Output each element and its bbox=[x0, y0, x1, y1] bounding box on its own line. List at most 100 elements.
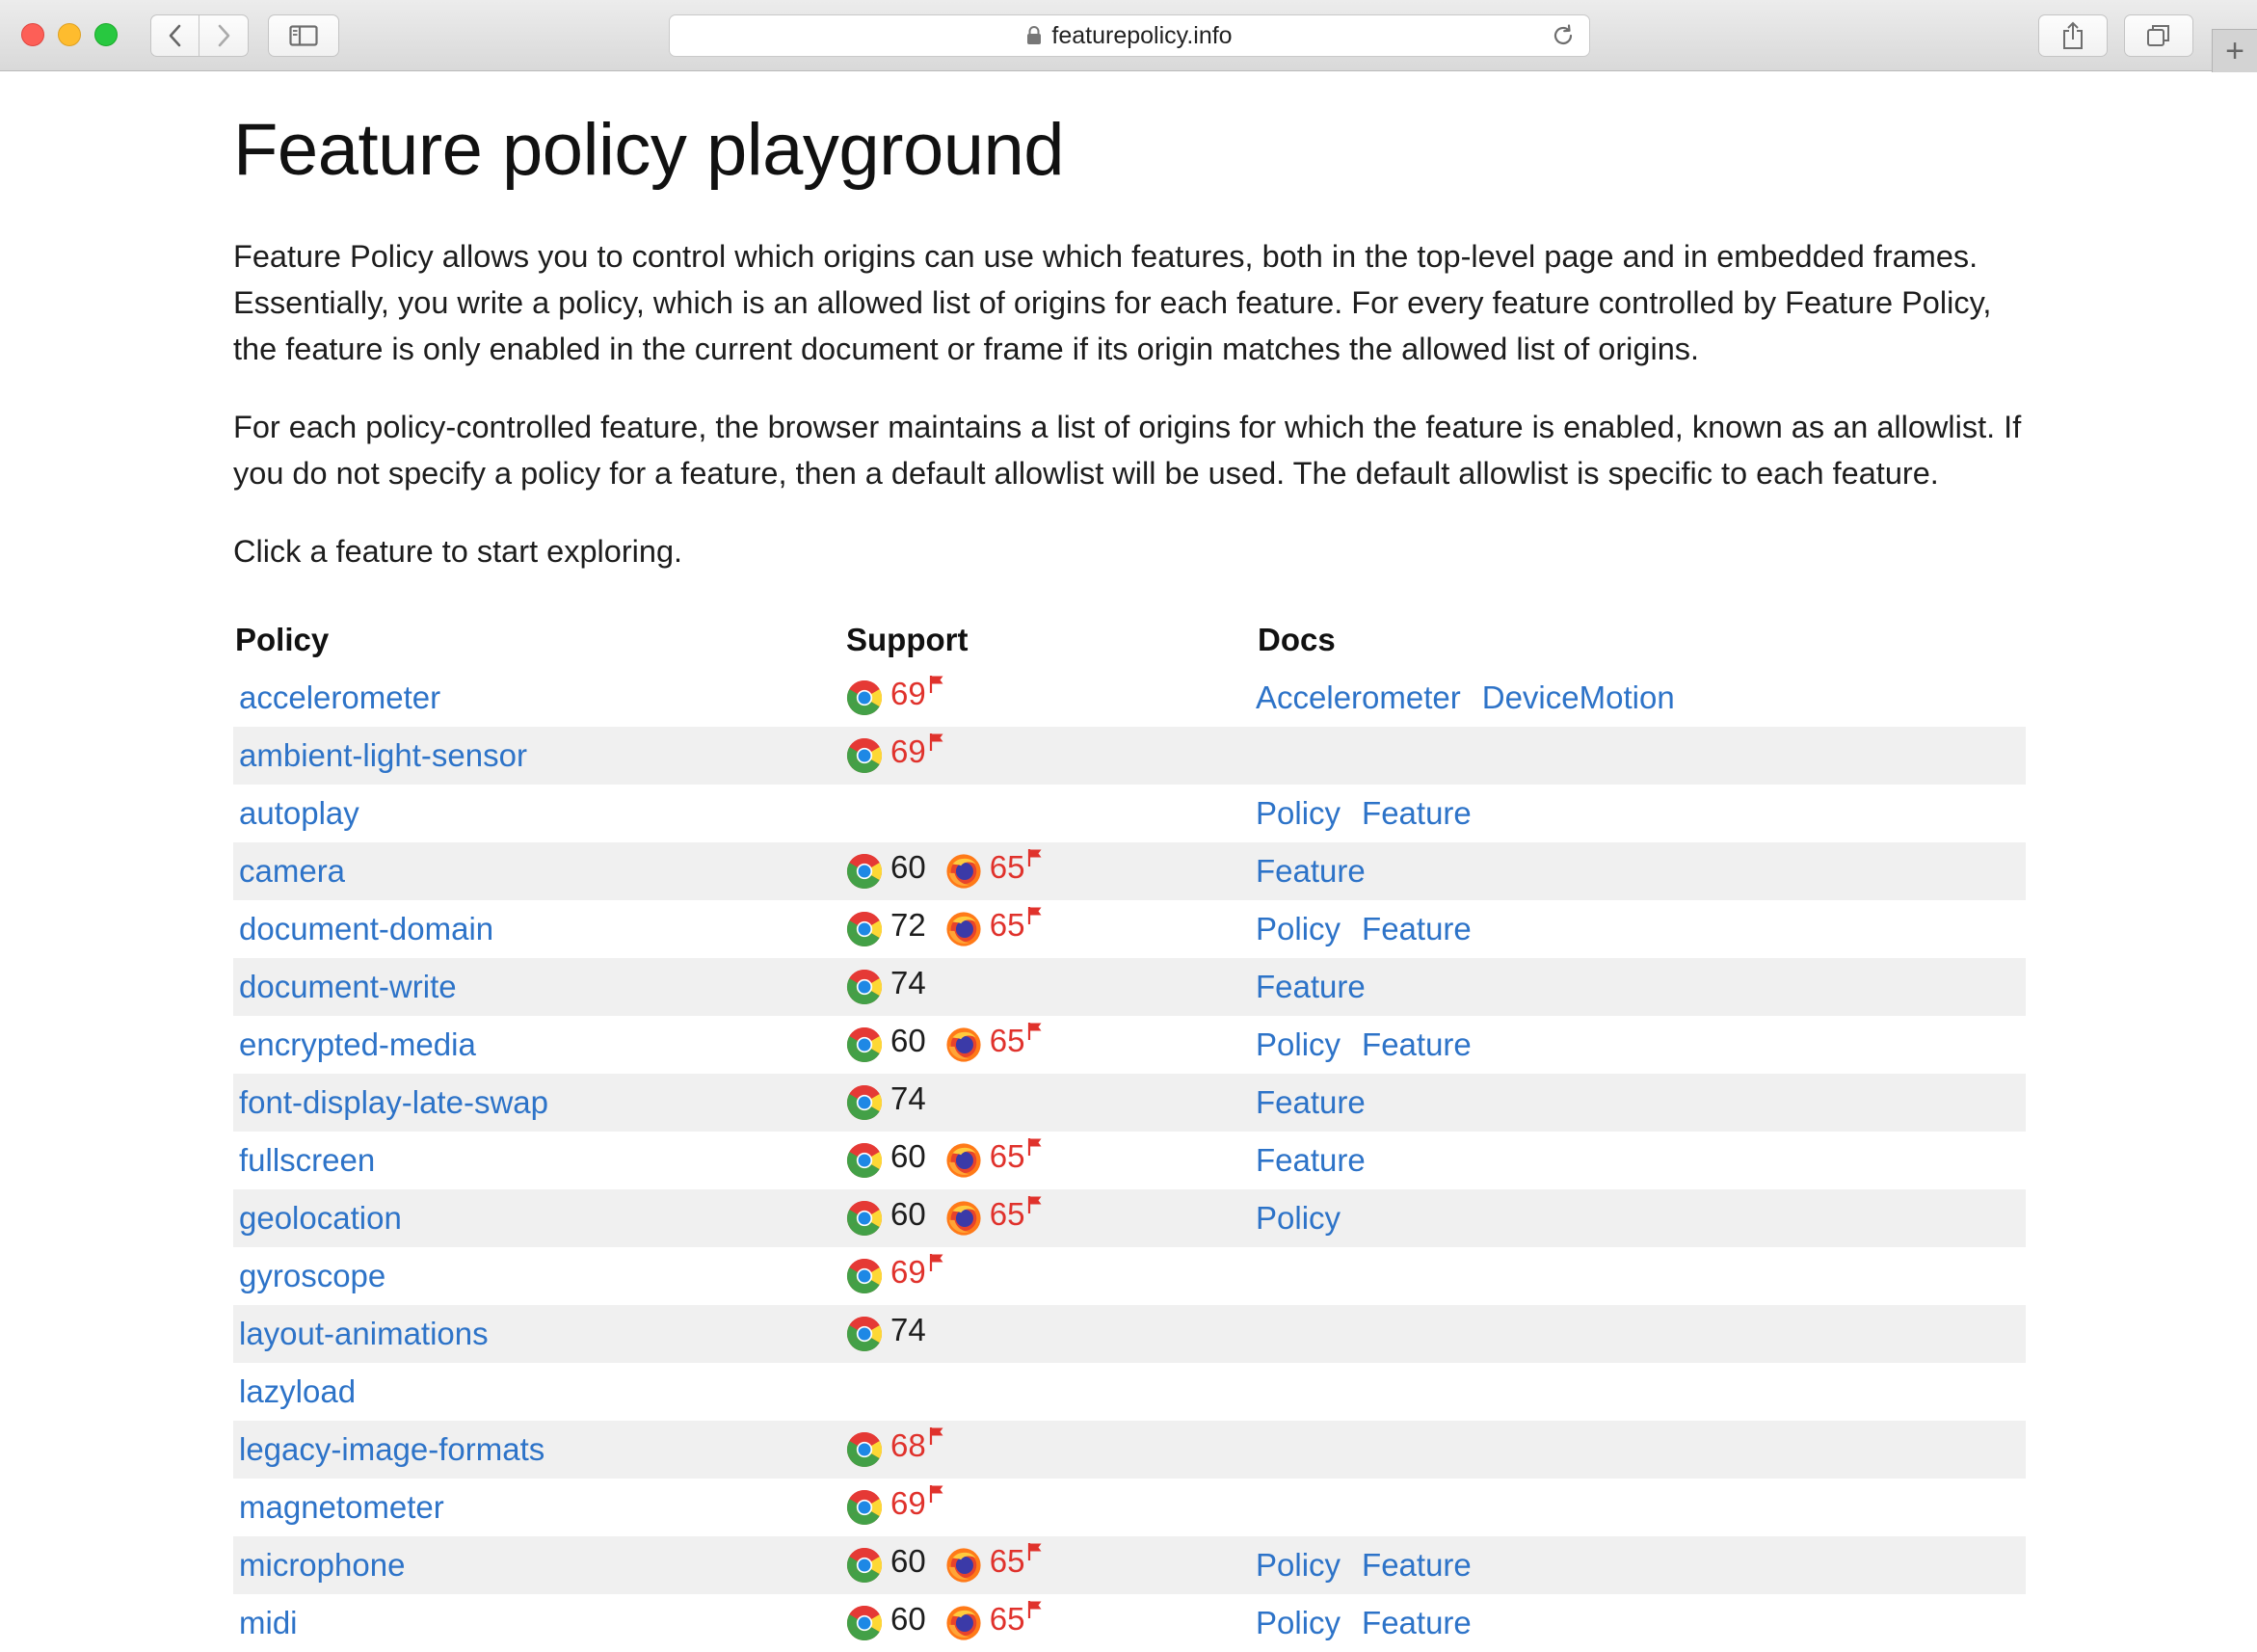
forward-button[interactable] bbox=[199, 14, 249, 57]
version-number: 72 bbox=[890, 906, 926, 943]
policy-link[interactable]: microphone bbox=[239, 1547, 405, 1583]
support-chrome: 69 bbox=[846, 675, 944, 715]
version-number: 65 bbox=[989, 906, 1025, 943]
doc-link[interactable]: Feature bbox=[1256, 1142, 1366, 1178]
table-row: document-write 74 Feature bbox=[233, 957, 2026, 1016]
sidebar-toggle-button[interactable] bbox=[268, 14, 339, 57]
docs-cell: Policy Feature bbox=[1256, 1016, 2026, 1074]
new-tab-button[interactable]: + bbox=[2212, 29, 2257, 72]
policy-link[interactable]: gyroscope bbox=[239, 1258, 385, 1293]
table-row: camera 60 65 Feature bbox=[233, 841, 2026, 900]
table-row: microphone 60 65 Policy Feature bbox=[233, 1535, 2026, 1594]
doc-link[interactable]: Policy bbox=[1256, 911, 1341, 946]
doc-link[interactable]: Feature bbox=[1256, 1084, 1366, 1120]
policy-link[interactable]: font-display-late-swap bbox=[239, 1084, 548, 1120]
version-number: 60 bbox=[890, 1022, 926, 1058]
flag-icon bbox=[1028, 906, 1042, 924]
policy-link[interactable]: magnetometer bbox=[239, 1489, 444, 1525]
table-row: autoplay Policy Feature bbox=[233, 785, 2026, 842]
page-title: Feature policy playground bbox=[233, 109, 1065, 191]
policy-link[interactable]: document-write bbox=[239, 969, 457, 1004]
flag-icon bbox=[1028, 1195, 1042, 1213]
doc-link[interactable]: Feature bbox=[1362, 1026, 1472, 1062]
close-window-button[interactable] bbox=[21, 23, 44, 46]
support-cell: 72 65 bbox=[844, 900, 1256, 958]
doc-link[interactable]: Policy bbox=[1256, 1200, 1341, 1236]
table-header-row: Policy Support Docs bbox=[233, 611, 2026, 669]
address-bar[interactable]: featurepolicy.info bbox=[669, 14, 1590, 57]
support-cell bbox=[844, 785, 1256, 842]
policy-cell: camera bbox=[233, 841, 844, 900]
doc-link[interactable]: Policy bbox=[1256, 1026, 1341, 1062]
policy-link[interactable]: ambient-light-sensor bbox=[239, 737, 527, 773]
policy-cell: magnetometer bbox=[233, 1479, 844, 1536]
back-button[interactable] bbox=[150, 14, 199, 57]
doc-link[interactable]: Feature bbox=[1362, 1547, 1472, 1583]
version-number: 60 bbox=[890, 1542, 926, 1579]
page-viewport: Feature policy playground Feature Policy… bbox=[0, 71, 2257, 1652]
support-chrome: 60 bbox=[846, 1195, 926, 1236]
docs-cell: Policy Feature bbox=[1256, 900, 2026, 958]
support-cell: 60 65 bbox=[844, 1188, 1256, 1247]
policy-cell: microphone bbox=[233, 1535, 844, 1594]
support-chrome: 72 bbox=[846, 906, 926, 946]
doc-link[interactable]: Policy bbox=[1256, 795, 1341, 831]
chrome-logo-icon bbox=[846, 853, 883, 889]
doc-link[interactable]: Feature bbox=[1256, 969, 1366, 1004]
policy-link[interactable]: autoplay bbox=[239, 795, 359, 831]
flag-icon bbox=[1028, 1542, 1042, 1560]
version-number: 65 bbox=[989, 1600, 1025, 1637]
docs-cell: Feature bbox=[1256, 841, 2026, 900]
chrome-logo-icon bbox=[846, 1258, 883, 1293]
zoom-window-button[interactable] bbox=[94, 23, 118, 46]
table-row: ambient-light-sensor 69 bbox=[233, 726, 2026, 785]
policy-cell: lazyload bbox=[233, 1363, 844, 1421]
doc-link[interactable]: Policy bbox=[1256, 1547, 1341, 1583]
chrome-logo-icon bbox=[846, 969, 883, 1004]
policy-link[interactable]: lazyload bbox=[239, 1373, 356, 1409]
doc-link[interactable]: Feature bbox=[1362, 1605, 1472, 1640]
support-cell: 69 bbox=[844, 1479, 1256, 1536]
table-row: document-domain 72 65 Policy Feature bbox=[233, 900, 2026, 958]
support-chrome: 60 bbox=[846, 849, 926, 889]
doc-link[interactable]: Feature bbox=[1362, 795, 1472, 831]
policy-table: Policy Support Docs accelerometer 69 Accel… bbox=[233, 611, 2026, 1652]
support-cell: 69 bbox=[844, 726, 1256, 785]
flag-icon bbox=[929, 1426, 943, 1445]
version-number: 60 bbox=[890, 1195, 926, 1232]
policy-link[interactable]: legacy-image-formats bbox=[239, 1431, 544, 1467]
show-tabs-button[interactable] bbox=[2124, 14, 2193, 57]
policy-link[interactable]: midi bbox=[239, 1605, 298, 1640]
policy-cell: autoplay bbox=[233, 785, 844, 842]
support-cell bbox=[844, 1363, 1256, 1421]
doc-link[interactable]: Feature bbox=[1362, 911, 1472, 946]
version-number: 74 bbox=[890, 964, 926, 1000]
doc-link[interactable]: Feature bbox=[1256, 853, 1366, 889]
version-number: 68 bbox=[890, 1426, 926, 1463]
firefox-logo-icon bbox=[946, 912, 981, 946]
policy-link[interactable]: fullscreen bbox=[239, 1142, 375, 1178]
policy-link[interactable]: encrypted-media bbox=[239, 1026, 476, 1062]
support-cell: 68 bbox=[844, 1420, 1256, 1479]
support-cell: 69 bbox=[844, 1247, 1256, 1305]
chrome-logo-icon bbox=[846, 1316, 883, 1351]
policy-link[interactable]: accelerometer bbox=[239, 679, 440, 715]
policy-link[interactable]: geolocation bbox=[239, 1200, 402, 1236]
policy-link[interactable]: document-domain bbox=[239, 911, 493, 946]
doc-link[interactable]: DeviceMotion bbox=[1482, 679, 1675, 715]
reload-icon[interactable] bbox=[1551, 23, 1576, 55]
share-button[interactable] bbox=[2038, 14, 2108, 57]
doc-link[interactable]: Accelerometer bbox=[1256, 679, 1461, 715]
docs-cell: Policy Feature bbox=[1256, 1535, 2026, 1594]
chrome-logo-icon bbox=[846, 1605, 883, 1640]
policy-link[interactable]: camera bbox=[239, 853, 345, 889]
minimize-window-button[interactable] bbox=[58, 23, 81, 46]
intro-paragraph-1: Feature Policy allows you to control whi… bbox=[233, 238, 1992, 366]
policy-cell: encrypted-media bbox=[233, 1016, 844, 1074]
chrome-logo-icon bbox=[846, 1489, 883, 1525]
docs-cell: Feature bbox=[1256, 957, 2026, 1016]
firefox-logo-icon bbox=[946, 1606, 981, 1640]
version-number: 60 bbox=[890, 1600, 926, 1637]
policy-link[interactable]: layout-animations bbox=[239, 1316, 489, 1351]
doc-link[interactable]: Policy bbox=[1256, 1605, 1341, 1640]
